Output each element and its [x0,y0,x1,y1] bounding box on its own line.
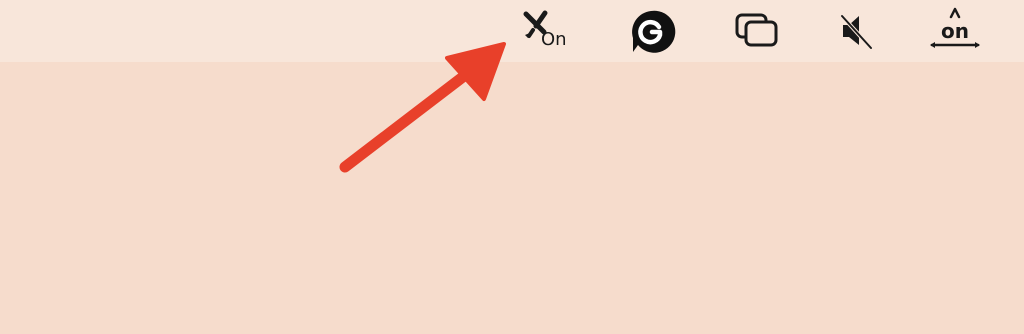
window-overlap-icon[interactable] [730,0,784,62]
grammarly-icon[interactable] [626,0,676,62]
speaker-muted-icon-graphic [840,14,873,50]
caption-on-icon[interactable]: On [515,0,579,62]
language-on-label: on [941,19,969,43]
language-on-icon[interactable]: on [924,0,986,62]
window-overlap-icon-graphic [735,13,778,47]
speaker-muted-icon[interactable] [832,0,880,62]
grammarly-icon-graphic [632,10,676,53]
desktop-area [0,62,1024,334]
caption-on-label: On [541,29,567,50]
menu-bar: On on [0,0,1024,62]
